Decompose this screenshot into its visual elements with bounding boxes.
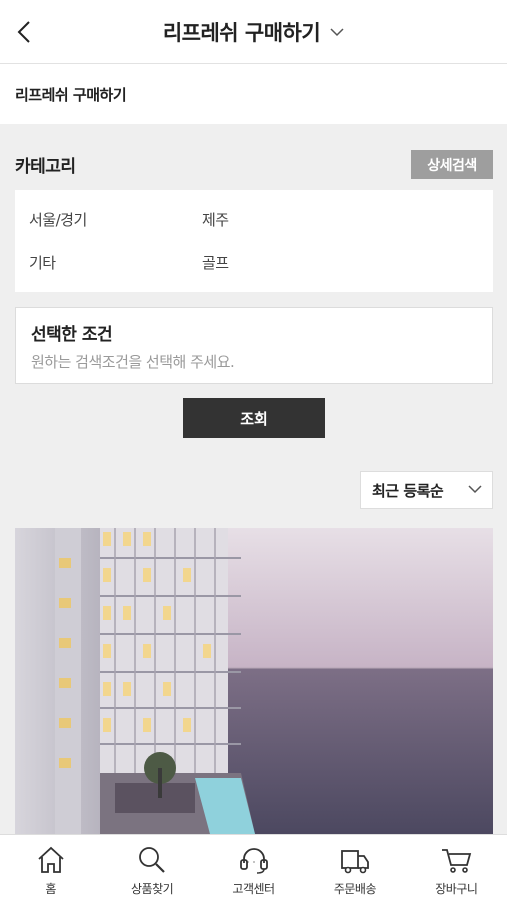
page-title: 리프레쉬 구매하기 (162, 21, 321, 45)
top-bar: 리프레쉬 구매하기 (0, 0, 507, 64)
sort-selected-value: 최근 등록순 (372, 481, 444, 500)
category-list: 서울/경기 제주 기타 골프 (15, 190, 493, 292)
nav-item-cart[interactable]: 장바구니 (406, 835, 507, 900)
chevron-down-icon (468, 485, 482, 494)
category-item-seoul-gyeonggi[interactable]: 서울/경기 (29, 209, 87, 230)
sub-header-label: 리프레쉬 구매하기 (15, 85, 127, 104)
nav-item-customer-center[interactable]: 고객센터 (203, 835, 304, 900)
page-title-dropdown[interactable]: 리프레쉬 구매하기 (0, 0, 507, 64)
cart-icon (442, 849, 472, 873)
bottom-nav: 홈 상품찾기 고객센터 주문배송 장바구니 (0, 834, 507, 900)
selected-conditions-title: 선택한 조건 (31, 325, 113, 345)
resort-photo (15, 528, 493, 834)
nav-label-delivery: 주문배송 (333, 882, 377, 896)
nav-item-delivery[interactable]: 주문배송 (304, 835, 405, 900)
category-item-golf[interactable]: 골프 (202, 252, 229, 273)
nav-item-home[interactable]: 홈 (0, 835, 101, 900)
nav-label-home: 홈 (45, 882, 56, 896)
nav-label-search: 상품찾기 (131, 882, 174, 896)
headset-icon (239, 848, 268, 874)
selected-conditions: 선택한 조건 원하는 검색조건을 선택해 주세요. (15, 307, 493, 384)
selected-conditions-placeholder: 원하는 검색조건을 선택해 주세요. (31, 353, 235, 371)
nav-label-cart: 장바구니 (435, 882, 478, 896)
home-icon (38, 846, 64, 873)
sort-dropdown[interactable]: 최근 등록순 (360, 471, 493, 509)
product-image[interactable] (15, 528, 493, 834)
category-header: 카테고리 상세검색 (15, 150, 493, 180)
search-icon (139, 847, 165, 873)
nav-item-search[interactable]: 상품찾기 (101, 835, 202, 900)
category-title: 카테고리 (15, 157, 76, 177)
sub-header: 리프레쉬 구매하기 (0, 64, 507, 124)
chevron-down-icon (330, 28, 344, 37)
detail-search-button[interactable]: 상세검색 (411, 150, 493, 179)
category-item-jeju[interactable]: 제주 (202, 209, 229, 230)
category-item-etc[interactable]: 기타 (29, 252, 56, 273)
delivery-truck-icon (341, 850, 369, 874)
nav-label-customer-center: 고객센터 (232, 882, 275, 896)
search-button[interactable]: 조회 (183, 398, 325, 438)
